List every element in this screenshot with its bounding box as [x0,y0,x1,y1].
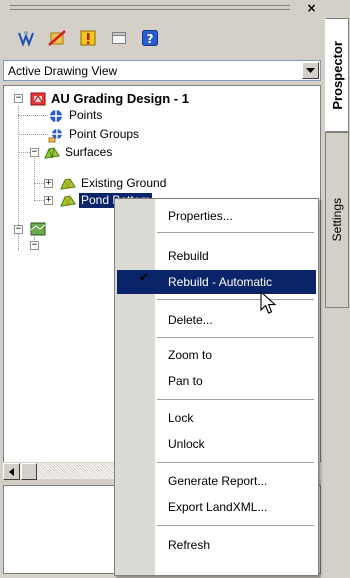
tree-node-label: Existing Ground [81,176,167,190]
menu-item-properties[interactable]: Properties... [115,204,318,228]
tab-label: Prospector [329,40,345,110]
side-tab-strip: Prospector Settings [325,18,350,578]
menu-item-label: Refresh [168,538,211,552]
no-items-icon [48,30,66,46]
arrow-left-icon [9,467,14,476]
menu-separator [157,232,314,233]
menu-separator [157,299,314,300]
tree-node-label: Point Groups [69,127,140,141]
menu-item-delete[interactable]: Delete... [115,308,318,332]
tree-node-label: AU Grading Design - 1 [51,91,189,106]
menu-item-label: Zoom to [168,348,213,362]
tree-expander[interactable]: − [30,148,39,157]
tree-line [34,183,44,184]
prospector-view-icon [18,31,34,47]
menu-item-generate-report[interactable]: Generate Report... [115,469,318,493]
menu-item-label: Rebuild - Automatic [168,275,273,289]
warning-shield-icon [80,30,96,46]
menu-item-refresh[interactable]: Refresh [115,533,318,557]
menu-item-label: Lock [168,411,194,425]
palette-titlebar[interactable]: × [0,0,324,18]
tree-node-drawing[interactable]: AU Grading Design - 1 [30,90,191,107]
tree-line [18,115,48,116]
prospector-view-button[interactable] [14,26,38,50]
tree-line [18,134,48,135]
menu-item-export-landxml[interactable]: Export LandXML... [115,495,318,519]
tab-label: Settings [330,198,344,242]
tree-node-label: Surfaces [65,145,113,159]
no-items-button[interactable] [45,26,69,50]
menu-item-label: Properties... [168,209,233,223]
tree-node-sites[interactable] [30,220,49,237]
dropdown-arrow-button[interactable] [302,62,319,79]
view-dropdown-value: Active Drawing View [8,63,118,78]
menu-item-lock[interactable]: Lock [115,406,318,430]
scrollbar-thumb[interactable] [21,463,37,480]
point-groups-icon [48,127,64,143]
tree-expander[interactable]: − [30,241,39,250]
surface-icon [60,176,76,192]
tree-node-label: Points [69,108,103,122]
menu-separator [157,462,314,463]
prospector-toolbar: ? [14,26,162,52]
surfaces-folder-icon [44,145,60,161]
menu-item-rebuild[interactable]: Rebuild [115,244,318,268]
checkmark-icon: ✔ [139,270,150,284]
menu-item-label: Pan to [168,374,203,388]
tree-node-surfaces[interactable]: Surfaces [44,144,114,161]
tab-prospector[interactable]: Prospector [325,18,349,132]
warning-shield-button[interactable] [76,26,100,50]
tree-node-existing-ground[interactable]: Existing Ground [60,175,168,192]
tab-settings[interactable]: Settings [325,132,349,308]
help-icon: ? [142,30,158,46]
menu-item-zoom-to[interactable]: Zoom to [115,343,318,367]
sites-icon [30,221,46,237]
tree-line [34,200,44,201]
close-icon: × [306,1,317,15]
menu-item-label: Export LandXML... [168,500,268,514]
svg-text:?: ? [147,32,154,46]
points-icon [48,108,64,124]
scroll-left-button[interactable] [3,463,20,480]
tree-node-points[interactable]: Points [48,107,104,124]
chevron-down-icon [306,68,315,73]
view-dropdown[interactable]: Active Drawing View [3,60,321,81]
tree-expander[interactable]: + [44,196,53,205]
menu-item-unlock[interactable]: Unlock [115,432,318,456]
menu-item-pan-to[interactable]: Pan to [115,369,318,393]
menu-item-label: Delete... [168,313,213,327]
context-menu: Properties... Rebuild ✔ Rebuild - Automa… [114,198,319,576]
tree-line [34,158,35,201]
menu-separator [157,399,314,400]
menu-item-label: Rebuild [168,249,209,263]
tree-expander[interactable]: + [44,179,53,188]
tree-expander[interactable]: − [14,225,23,234]
menu-separator [157,337,314,338]
tree-node-point-groups[interactable]: Point Groups [48,126,141,143]
drawing-icon [30,91,46,107]
menu-item-label: Unlock [168,437,205,451]
titlebar-grip [10,9,290,10]
menu-item-label: Generate Report... [168,474,268,488]
window-button[interactable] [107,26,131,50]
window-icon [112,32,126,44]
tree-expander[interactable]: − [14,94,23,103]
titlebar-grip [10,5,290,6]
menu-separator [157,525,314,526]
close-button[interactable]: × [303,1,320,16]
tree-line [18,152,30,153]
menu-item-rebuild-automatic[interactable]: ✔ Rebuild - Automatic [117,270,316,294]
surface-icon [60,193,76,209]
help-button[interactable]: ? [138,26,162,50]
